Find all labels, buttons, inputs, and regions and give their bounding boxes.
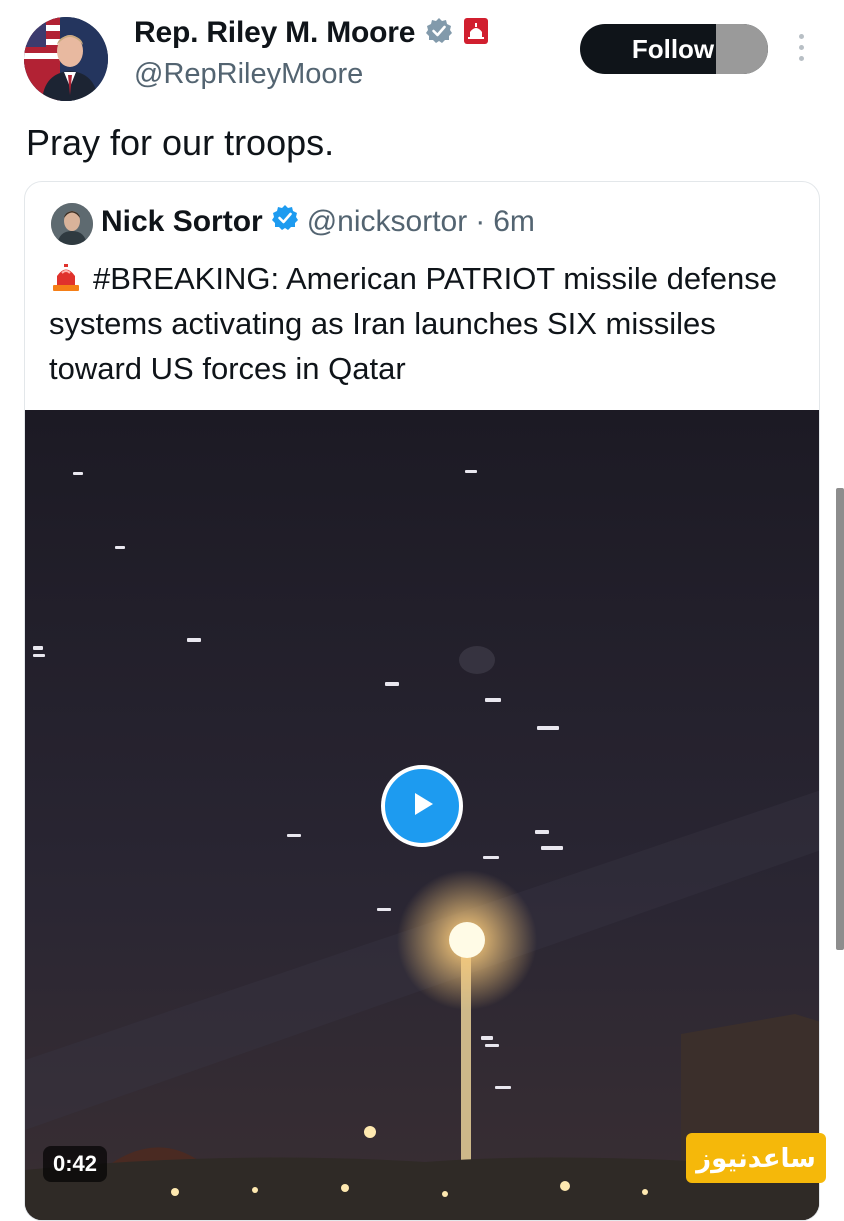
video-player[interactable]: 0:42 <box>25 410 819 1220</box>
tweet-header: Rep. Riley M. Moore @RepRileyMoore Follo… <box>0 0 844 110</box>
verified-badge-icon <box>271 204 299 240</box>
author-avatar[interactable] <box>24 17 108 101</box>
quoted-tweet[interactable]: Nick Sortor @nicksortor · 6m #BREAKING: … <box>24 181 820 1221</box>
follow-button-shade <box>716 24 768 74</box>
author-name[interactable]: Rep. Riley M. Moore <box>134 16 415 50</box>
quoted-author-avatar[interactable] <box>51 203 93 245</box>
tweet-text: Pray for our troops. <box>26 122 335 163</box>
capitol-badge-icon <box>463 17 489 50</box>
watermark-logo: ساعدنیوز <box>686 1133 826 1183</box>
scrollbar[interactable] <box>836 488 844 950</box>
video-duration: 0:42 <box>43 1146 108 1182</box>
meta-separator: · <box>475 205 486 238</box>
quoted-timestamp[interactable]: 6m <box>493 205 535 239</box>
quoted-author-handle[interactable]: @nicksortor <box>307 205 468 239</box>
author-handle[interactable]: @RepRileyMoore <box>134 58 363 91</box>
play-button[interactable] <box>381 765 463 847</box>
follow-button[interactable]: Follow <box>580 24 768 74</box>
play-icon <box>405 787 439 826</box>
quoted-tweet-text: #BREAKING: American PATRIOT missile defe… <box>49 256 809 391</box>
quoted-author-name[interactable]: Nick Sortor <box>101 205 263 239</box>
siren-icon <box>49 260 83 291</box>
verified-badge-icon <box>425 17 453 50</box>
more-options-icon[interactable] <box>796 34 806 64</box>
follow-button-label: Follow <box>631 33 715 64</box>
quoted-text-body: #BREAKING: American PATRIOT missile defe… <box>49 261 777 386</box>
